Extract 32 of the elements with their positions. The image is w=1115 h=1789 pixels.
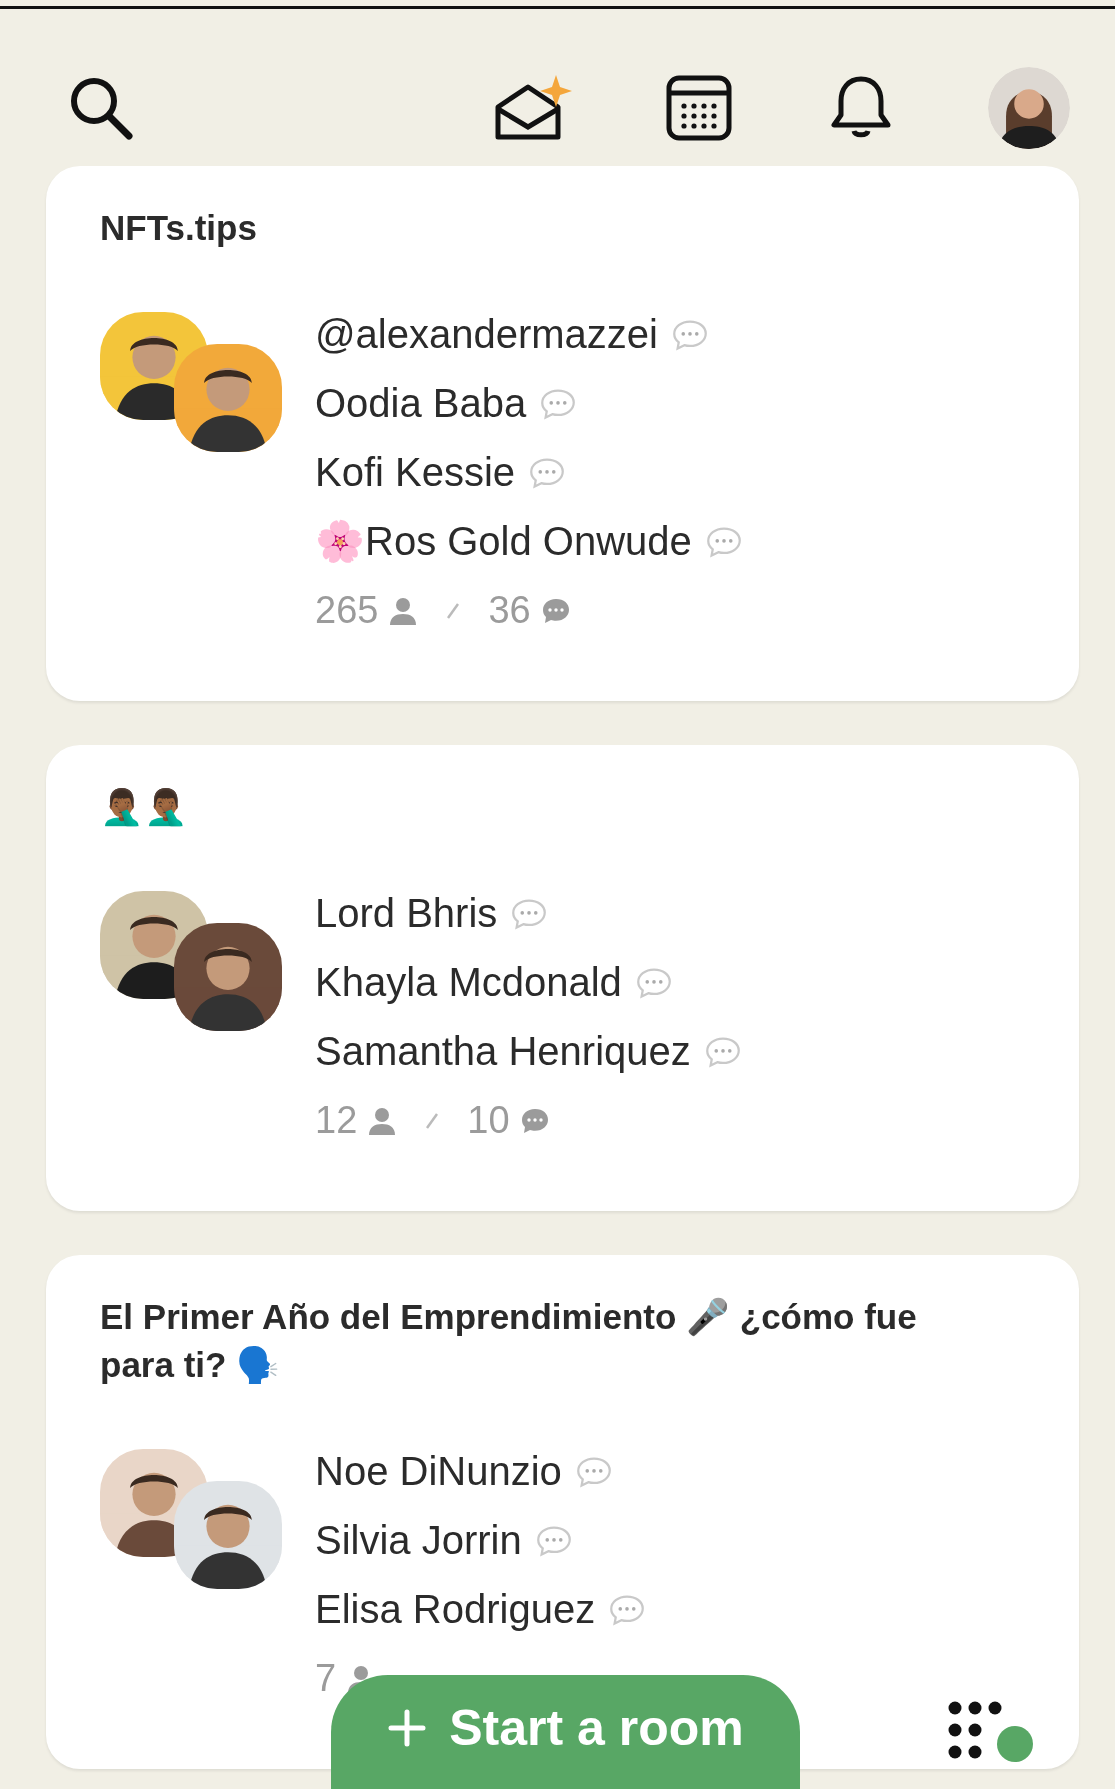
person-icon (367, 1105, 398, 1136)
chat-bubble-icon (540, 387, 577, 420)
room-title: El Primer Año del Emprendimiento 🎤 ¿cómo fue para ti? 🗣 (100, 1296, 918, 1386)
listener-count: 12 (315, 1099, 358, 1142)
person-icon (388, 595, 419, 626)
listener-count: 265 (315, 589, 379, 632)
chat-bubble-icon (609, 1593, 646, 1626)
speaker-name: 🌸Ros Gold Onwude (315, 518, 692, 565)
plus-icon (387, 1708, 428, 1748)
chat-bubble-icon (511, 897, 548, 930)
chat-bubble-icon (705, 525, 742, 558)
room-title: NFTs.tips (100, 207, 258, 249)
speaker-name: Samantha Henriquez (315, 1029, 691, 1074)
speaker-name: Khayla Mcdonald (315, 960, 622, 1005)
chat-count: 36 (488, 589, 531, 632)
chat-bubble-icon (529, 456, 566, 489)
speaker-name: Silvia Jorrin (315, 1518, 522, 1563)
speaker-name: Oodia Baba (315, 381, 527, 426)
room-card[interactable]: NFTs.tips @alexandermazzei Oodia Baba Kofi Kessie 🌸Ros Gold Onwude 265 36 (46, 166, 1079, 701)
speaker-name: Kofi Kessie (315, 450, 516, 495)
speaker-name: @alexandermazzei (315, 312, 658, 357)
speaker-name: Elisa Rodriguez (315, 1587, 596, 1632)
room-card[interactable]: 🤦🏾‍♂🤦🏾‍♂ Lord Bhris Khayla Mcdonald Samantha Henriquez 12 10 (46, 745, 1079, 1211)
chat-bubble-icon (672, 318, 708, 351)
chat-bubble-icon (635, 966, 672, 999)
speaker-name: Lord Bhris (315, 891, 498, 936)
chat-count: 10 (467, 1099, 510, 1142)
chat-bubble-icon (575, 1455, 612, 1488)
chat-bubble-icon (535, 1524, 572, 1557)
chat-bubble-icon (704, 1035, 741, 1068)
speaker-name: Noe DiNunzio (315, 1449, 562, 1494)
room-title: 🤦🏾‍♂🤦🏾‍♂ (100, 786, 189, 829)
